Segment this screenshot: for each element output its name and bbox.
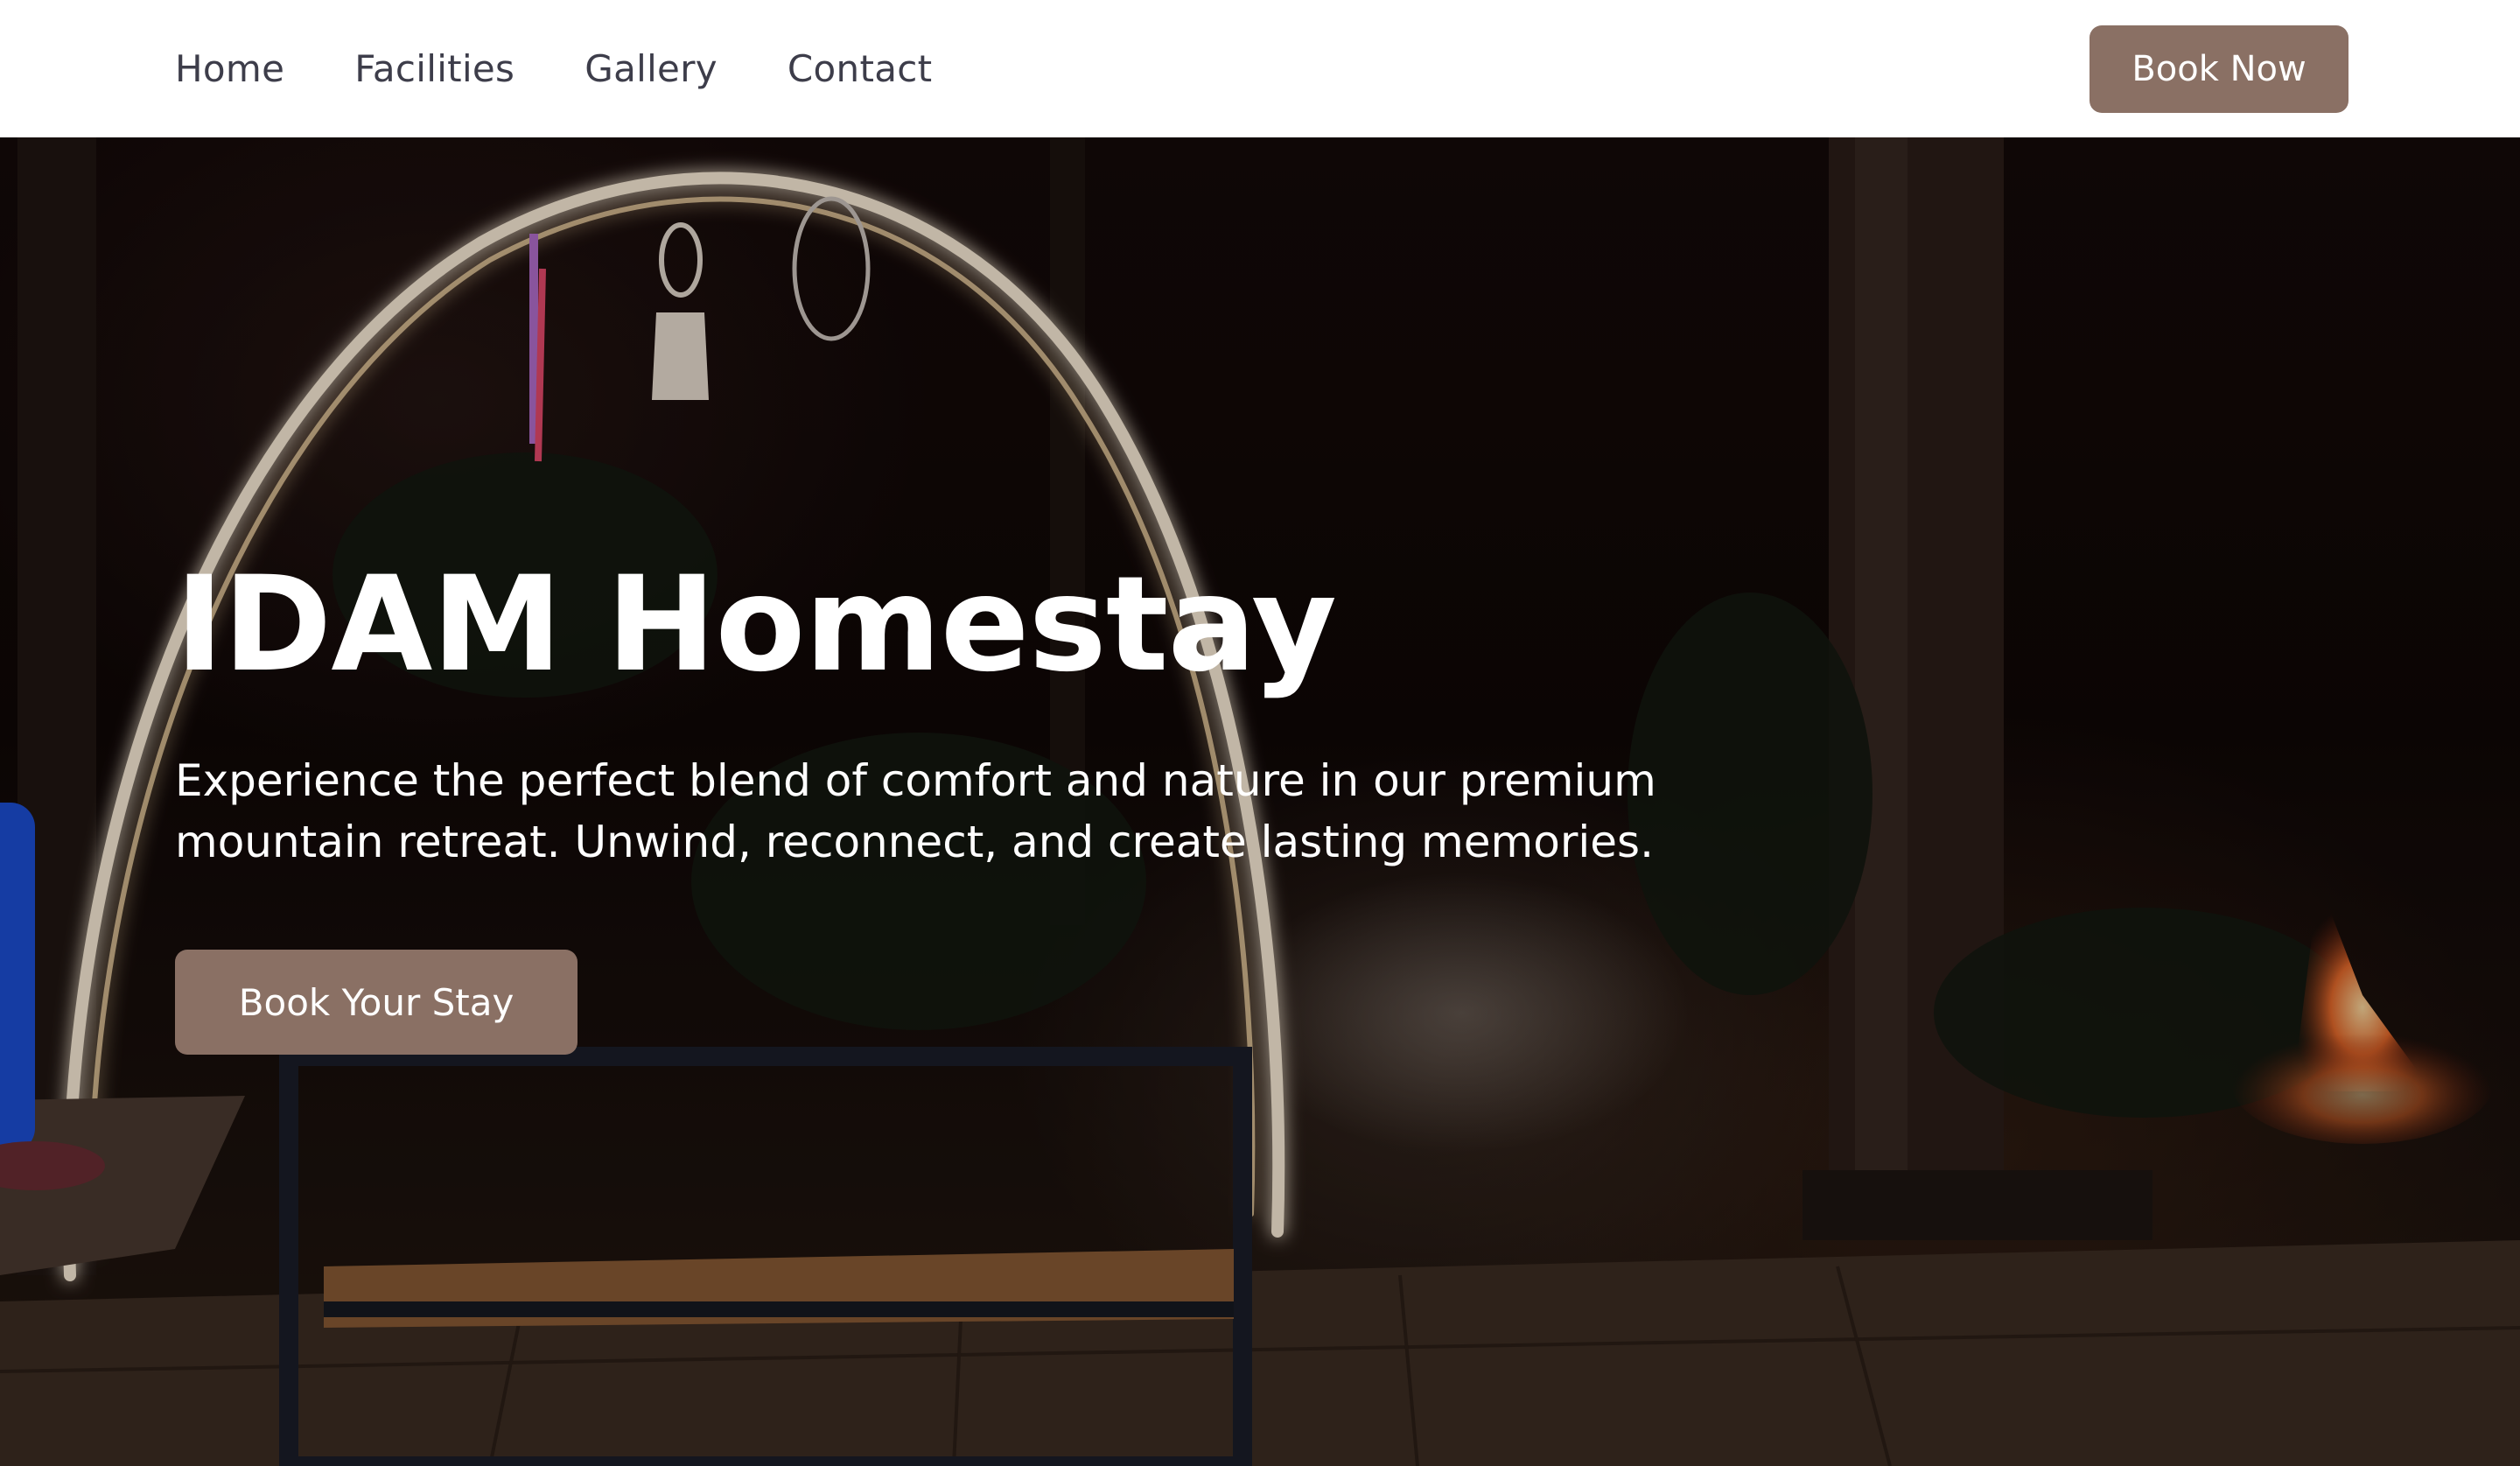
nav-links: Home Facilities Gallery Contact [175, 47, 932, 90]
book-your-stay-button[interactable]: Book Your Stay [175, 950, 578, 1055]
nav-link-contact[interactable]: Contact [788, 47, 933, 90]
hero-subtitle: Experience the perfect blend of comfort … [175, 755, 1656, 867]
nav-link-gallery[interactable]: Gallery [584, 47, 718, 90]
top-navbar: Home Facilities Gallery Contact Book Now [0, 0, 2520, 137]
hero-content: IDAM Homestay Experience the perfect ble… [175, 553, 1750, 1055]
hero-title: IDAM Homestay [175, 549, 1337, 701]
nav-link-home[interactable]: Home [175, 47, 284, 90]
book-now-button[interactable]: Book Now [2090, 25, 2348, 113]
nav-link-facilities[interactable]: Facilities [354, 47, 514, 90]
hero-section: IDAM Homestay Experience the perfect ble… [0, 137, 2520, 1466]
